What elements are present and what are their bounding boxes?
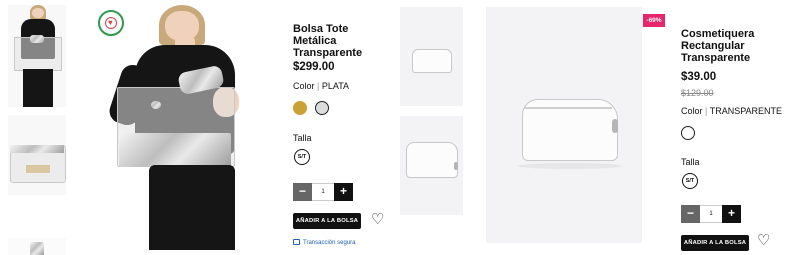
product2-main-image[interactable] — [486, 7, 642, 243]
quantity-decrement-button[interactable]: − — [293, 183, 312, 201]
product2-price: $39.00 — [681, 71, 717, 83]
quantity-input[interactable]: 1 — [312, 183, 334, 201]
eco-seal-icon: ♥ — [98, 10, 124, 36]
product1-main-image[interactable] — [95, 5, 275, 250]
product2-thumbnail-1[interactable] — [400, 7, 463, 106]
add-to-bag-button[interactable]: AÑADIR A LA BOLSA — [681, 235, 749, 251]
product2-title[interactable]: Cosmetiquera Rectangular Transparente — [681, 28, 776, 64]
product1-thumbnail-3[interactable] — [8, 238, 66, 255]
color-value: TRANSPARENTE — [709, 106, 783, 116]
product1-thumbnail-2[interactable] — [8, 115, 66, 195]
product1-price: $299.00 — [293, 61, 335, 73]
swatch-gold[interactable] — [293, 101, 307, 115]
size-option[interactable]: S/T — [682, 173, 698, 189]
color-value: PLATA — [321, 81, 350, 91]
lock-icon — [293, 239, 300, 245]
color-label: Color — [293, 81, 315, 91]
size-label: Talla — [681, 157, 700, 167]
swatch-transparent[interactable] — [681, 126, 695, 140]
swatch-silver[interactable] — [315, 101, 329, 115]
product1-title[interactable]: Bolsa Tote Metálica Transparente — [293, 23, 393, 59]
secure-label: Transacción segura — [303, 240, 356, 246]
wishlist-heart-icon[interactable]: ♡ — [371, 212, 384, 227]
quantity-input[interactable]: 1 — [700, 205, 722, 223]
size-option[interactable]: S/T — [294, 149, 310, 165]
product1-thumbnail-1[interactable] — [8, 5, 66, 107]
add-to-bag-button[interactable]: AÑADIR A LA BOLSA — [293, 213, 361, 229]
product1-color-row: Color | PLATA — [293, 81, 350, 91]
discount-badge: -69% — [643, 14, 665, 27]
product2-old-price: $129.00 — [681, 88, 714, 98]
quantity-decrement-button[interactable]: − — [681, 205, 700, 223]
size-label: Talla — [293, 133, 312, 143]
product2-color-row: Color | TRANSPARENTE — [681, 106, 783, 116]
quantity-increment-button[interactable]: + — [722, 205, 741, 223]
product2-thumbnail-2[interactable] — [400, 116, 463, 215]
quantity-stepper: − 1 + — [293, 183, 353, 201]
secure-transaction-link[interactable]: Transacción segura — [293, 238, 355, 246]
quantity-stepper: − 1 + — [681, 205, 741, 223]
quantity-increment-button[interactable]: + — [334, 183, 353, 201]
color-label: Color — [681, 106, 703, 116]
wishlist-heart-icon[interactable]: ♡ — [757, 233, 770, 248]
